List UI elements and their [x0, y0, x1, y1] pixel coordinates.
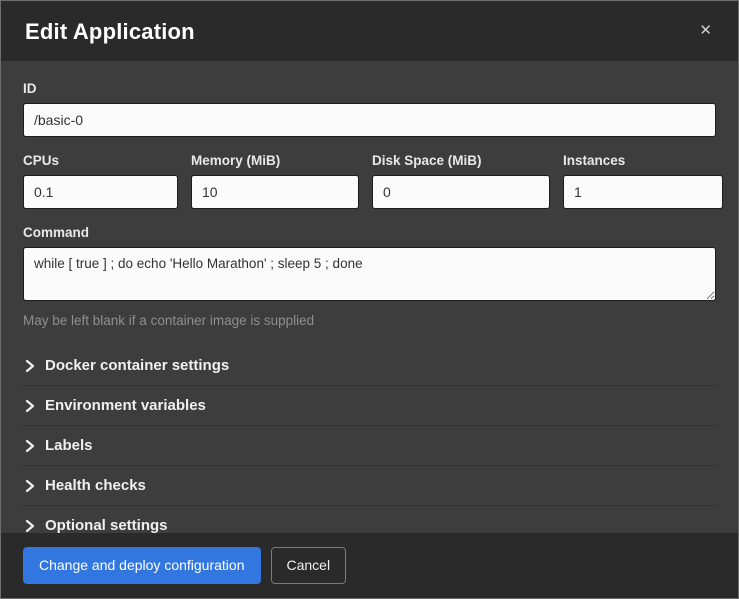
instances-field-group: Instances [563, 153, 723, 209]
section-docker-container-settings[interactable]: Docker container settings [23, 346, 716, 386]
section-label: Labels [45, 437, 93, 454]
modal-title: Edit Application [25, 19, 195, 45]
section-labels[interactable]: Labels [23, 426, 716, 466]
command-help-text: May be left blank if a container image i… [23, 313, 716, 328]
section-environment-variables[interactable]: Environment variables [23, 386, 716, 426]
section-label: Health checks [45, 477, 146, 494]
modal-body: ID CPUs Memory (MiB) Disk Space (MiB) In… [1, 61, 738, 533]
close-icon[interactable]: ✕ [697, 21, 714, 40]
command-textarea[interactable]: while [ true ] ; do echo 'Hello Marathon… [23, 247, 716, 301]
memory-input[interactable] [191, 175, 359, 209]
edit-application-modal: Edit Application ✕ ID CPUs Memory (MiB) … [0, 0, 739, 599]
cpus-input[interactable] [23, 175, 178, 209]
section-label: Docker container settings [45, 357, 229, 374]
chevron-right-icon [25, 520, 35, 532]
memory-label: Memory (MiB) [191, 153, 359, 168]
chevron-right-icon [25, 440, 35, 452]
id-label: ID [23, 81, 716, 96]
accordion-sections: Docker container settings Environment va… [23, 346, 716, 533]
section-optional-settings[interactable]: Optional settings [23, 506, 716, 533]
section-label: Environment variables [45, 397, 206, 414]
id-field-group: ID [23, 81, 716, 137]
section-label: Optional settings [45, 517, 168, 533]
chevron-right-icon [25, 480, 35, 492]
modal-footer: Change and deploy configuration Cancel [1, 533, 738, 598]
cancel-button[interactable]: Cancel [271, 547, 347, 584]
cpus-label: CPUs [23, 153, 178, 168]
disk-input[interactable] [372, 175, 550, 209]
id-input[interactable] [23, 103, 716, 137]
command-field-group: Command while [ true ] ; do echo 'Hello … [23, 225, 716, 328]
instances-label: Instances [563, 153, 723, 168]
section-health-checks[interactable]: Health checks [23, 466, 716, 506]
disk-field-group: Disk Space (MiB) [372, 153, 550, 209]
cpus-field-group: CPUs [23, 153, 178, 209]
change-and-deploy-button[interactable]: Change and deploy configuration [23, 547, 261, 584]
chevron-right-icon [25, 400, 35, 412]
modal-header: Edit Application ✕ [1, 1, 738, 61]
resources-row: CPUs Memory (MiB) Disk Space (MiB) Insta… [23, 153, 716, 209]
memory-field-group: Memory (MiB) [191, 153, 359, 209]
disk-label: Disk Space (MiB) [372, 153, 550, 168]
instances-input[interactable] [563, 175, 723, 209]
command-label: Command [23, 225, 716, 240]
chevron-right-icon [25, 360, 35, 372]
